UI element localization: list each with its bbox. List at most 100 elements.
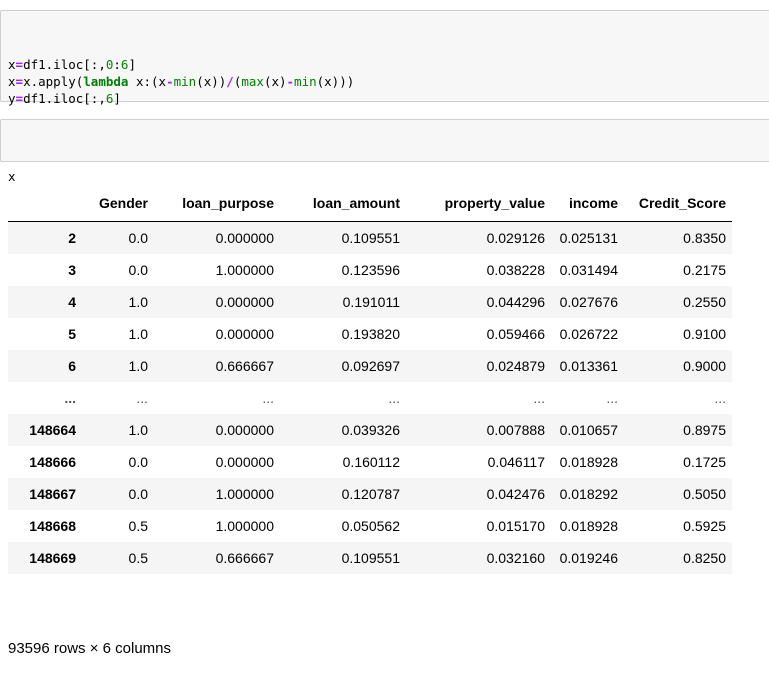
code-editor[interactable]: x=df1.iloc[:,0:6] x=x.apply(lambda x:(x-m… xyxy=(8,56,762,107)
code-line: x xyxy=(8,168,762,185)
table-cell: 0.8350 xyxy=(683,230,726,246)
code-token: / xyxy=(226,74,234,89)
row-index: 4 xyxy=(68,294,76,310)
row-index: ... xyxy=(64,390,76,406)
cell-output: Gender loan_purpose loan_amount property… xyxy=(8,185,732,574)
table-cell: 0.0 xyxy=(128,262,148,278)
table-cell: 0.666667 xyxy=(215,358,274,374)
table-cell: 0.9000 xyxy=(683,358,726,374)
row-count-summary: 93596 rows × 6 columns xyxy=(8,640,172,657)
table-cell: ... xyxy=(136,390,148,406)
table-cell: 0.050562 xyxy=(341,518,400,534)
table-cell: 0.120787 xyxy=(341,486,400,502)
code-token: = xyxy=(15,91,24,106)
column-header: property_value xyxy=(406,185,551,222)
code-token: max xyxy=(241,74,264,89)
code-line: y=df1.iloc[:,6] xyxy=(8,90,762,107)
table-cell: 0.2550 xyxy=(683,294,726,310)
table-cell: 0.666667 xyxy=(215,550,274,566)
index-header xyxy=(8,185,82,222)
table-cell: 0.193820 xyxy=(341,326,400,342)
table-cell: 0.039326 xyxy=(341,422,400,438)
code-cell-2[interactable]: x xyxy=(0,119,769,184)
column-header: Gender xyxy=(82,185,154,222)
table-cell: 0.026722 xyxy=(559,326,618,342)
table-cell: 0.000000 xyxy=(215,294,274,310)
table-row: 6 1.0 0.666667 0.092697 0.024879 0.013361 0.90… xyxy=(8,350,732,382)
code-line: x=df1.iloc[:,0:6] xyxy=(8,56,762,73)
row-index: 5 xyxy=(68,326,76,342)
table-cell: 0.0 xyxy=(128,230,148,246)
table-cell: 0.042476 xyxy=(486,486,545,502)
table-cell: 0.109551 xyxy=(341,230,400,246)
code-token: df1.iloc[:, xyxy=(23,57,106,72)
code-token: (x)) xyxy=(196,74,227,89)
table-cell: 0.160112 xyxy=(342,454,400,470)
table-cell: 0.109551 xyxy=(341,550,400,566)
table-cell: 0.5 xyxy=(128,550,148,566)
code-token: ] xyxy=(128,57,136,72)
table-header-row: Gender loan_purpose loan_amount property… xyxy=(8,185,732,222)
table-cell: 0.2175 xyxy=(683,262,726,278)
code-cell-1[interactable]: x=df1.iloc[:,0:6] x=x.apply(lambda x:(x-m… xyxy=(0,10,769,106)
code-token: x.apply( xyxy=(23,74,84,89)
code-line: x=x.apply(lambda x:(x-min(x))/(max(x)-mi… xyxy=(8,73,762,90)
table-cell: 0.9100 xyxy=(683,326,726,342)
table-cell: 0.044296 xyxy=(486,294,545,310)
table-cell: 0.5925 xyxy=(683,518,726,534)
code-token: min xyxy=(294,74,317,89)
table-cell: ... xyxy=(606,390,618,406)
table-cell: 0.031494 xyxy=(559,262,618,278)
code-token: df1.iloc[:, xyxy=(23,91,106,106)
code-token: = xyxy=(15,74,24,89)
table-cell: ... xyxy=(262,390,274,406)
column-header: loan_amount xyxy=(280,185,406,222)
table-cell: 0.046117 xyxy=(487,454,545,470)
code-token: lambda xyxy=(83,74,129,89)
code-token: x:(x xyxy=(128,74,167,89)
code-token: - xyxy=(166,74,174,89)
table-cell: 1.0 xyxy=(128,294,148,310)
table-cell: 0.000000 xyxy=(215,422,274,438)
row-index: 148666 xyxy=(29,454,76,470)
table-cell: 0.000000 xyxy=(215,230,274,246)
table-cell: 0.092697 xyxy=(341,358,400,374)
table-cell: 0.027676 xyxy=(559,294,618,310)
row-index: 148667 xyxy=(29,486,76,502)
table-cell: 1.0 xyxy=(128,326,148,342)
code-token: x xyxy=(8,57,16,72)
table-cell: 0.029126 xyxy=(486,230,545,246)
table-cell: 0.191011 xyxy=(342,294,400,310)
table-cell: 1.0 xyxy=(128,422,148,438)
table-cell: 0.8250 xyxy=(683,550,726,566)
table-cell: 0.010657 xyxy=(559,422,618,438)
table-row: 4 1.0 0.000000 0.191011 0.044296 0.027676 0.25… xyxy=(8,286,732,318)
table-cell: 1.000000 xyxy=(215,486,274,502)
table-cell: 0.018292 xyxy=(559,486,618,502)
table-cell: ... xyxy=(533,390,545,406)
code-token: y xyxy=(8,91,16,106)
code-token: ] xyxy=(113,91,121,106)
table-cell: 0.000000 xyxy=(215,326,274,342)
table-cell: 0.1725 xyxy=(683,454,726,470)
table-row: 148667 0.0 1.000000 0.120787 0.042476 0.01829… xyxy=(8,478,732,510)
code-token: - xyxy=(286,74,295,89)
table-row: 5 1.0 0.000000 0.193820 0.059466 0.026722 0.91… xyxy=(8,318,732,350)
table-cell: 0.5050 xyxy=(683,486,726,502)
table-cell: 0.032160 xyxy=(486,550,545,566)
table-cell: 0.000000 xyxy=(215,454,274,470)
table-body: 2 0.0 0.000000 0.109551 0.029126 0.025131 0.83… xyxy=(8,221,732,574)
table-cell: 0.015170 xyxy=(486,518,545,534)
table-cell: 0.025131 xyxy=(559,230,618,246)
table-row: 148666 0.0 0.000000 0.160112 0.046117 0.01892… xyxy=(8,446,732,478)
table-cell: 0.123596 xyxy=(341,262,400,278)
table-cell: 0.019246 xyxy=(559,550,618,566)
table-cell: 0.0 xyxy=(128,486,148,502)
table-cell: ... xyxy=(714,390,726,406)
table-cell: 0.013361 xyxy=(559,358,618,374)
table-row: 148664 1.0 0.000000 0.039326 0.007888 0.01065… xyxy=(8,414,732,446)
code-token: (x) xyxy=(263,74,287,89)
table-cell: 0.0 xyxy=(128,454,148,470)
code-editor[interactable]: x xyxy=(8,168,762,185)
row-index: 148668 xyxy=(29,518,76,534)
